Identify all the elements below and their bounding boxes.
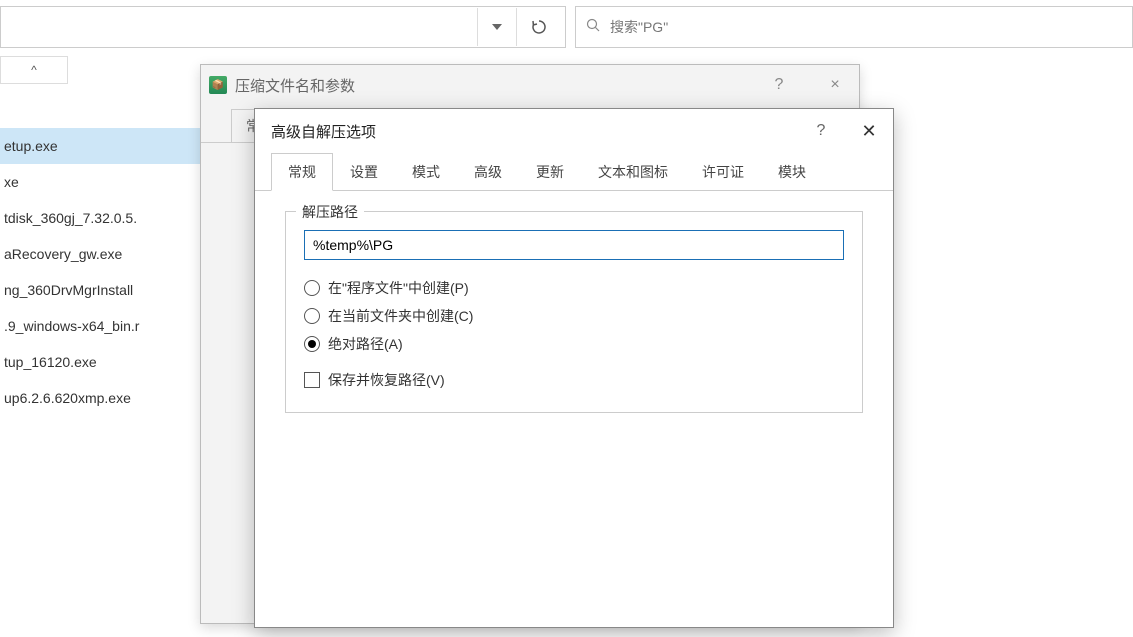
extract-path-fieldset: 解压路径 在"程序文件"中创建(P)在当前文件夹中创建(C)绝对路径(A) 保存… [285,211,863,413]
dialog2-tab[interactable]: 高级 [457,153,519,191]
dialog2-tab[interactable]: 设置 [333,153,395,191]
dialog2-tab[interactable]: 模块 [761,153,823,191]
file-row[interactable]: tup_16120.exe [0,344,218,380]
dialog2-tab[interactable]: 更新 [519,153,581,191]
sort-toggle-button[interactable]: ^ [0,56,68,84]
dialog2-body: 解压路径 在"程序文件"中创建(P) 在当前文件夹中创建(C) 绝对路径(A) 保存… [255,191,893,433]
path-mode-radio[interactable]: 绝对路径(A) [304,330,844,358]
dialog2-tab[interactable]: 常规 [271,153,333,191]
dialog2-tab[interactable]: 模式 [395,153,457,191]
save-restore-path-checkbox[interactable]: 保存并恢复路径(V) [304,366,844,394]
radio-icon [304,280,320,296]
fieldset-legend: 解压路径 [296,202,364,222]
extract-path-input[interactable] [304,230,844,260]
file-row[interactable]: xe [0,164,218,200]
radio-icon [304,336,320,352]
winrar-icon: 📦 [209,76,227,94]
dialog1-title: 压缩文件名和参数 [235,75,355,96]
path-mode-radio[interactable]: 在当前文件夹中创建(C) [304,302,844,330]
dialog2-tab[interactable]: 文本和图标 [581,153,685,191]
history-dropdown-button[interactable] [477,8,517,46]
radio-icon [304,308,320,324]
checkbox-label: 保存并恢复路径(V) [328,370,445,390]
path-mode-radio[interactable]: 在"程序文件"中创建(P) [304,274,844,302]
refresh-button[interactable] [519,8,559,46]
dialog1-help-button[interactable]: ? [755,65,803,105]
search-input[interactable]: 搜索"PG" [575,6,1133,48]
dialog2-tab[interactable]: 许可证 [685,153,761,191]
file-row[interactable]: aRecovery_gw.exe [0,236,218,272]
dialog2-tabs: 常规设置模式高级更新文本和图标许可证模块 [255,153,893,191]
file-list: etup.exexetdisk_360gj_7.32.0.5.aRecovery… [0,128,218,416]
search-placeholder: 搜索"PG" [610,17,668,37]
dialog1-titlebar[interactable]: 📦 压缩文件名和参数 ? × [201,65,859,105]
file-row[interactable]: .9_windows-x64_bin.r [0,308,218,344]
sfx-options-dialog: 高级自解压选项 ? ✕ 常规设置模式高级更新文本和图标许可证模块 解压路径 在"… [254,108,894,628]
dialog1-close-button[interactable]: × [811,65,859,105]
file-row[interactable]: ng_360DrvMgrInstall [0,272,218,308]
dialog2-title: 高级自解压选项 [271,121,376,142]
file-row[interactable]: etup.exe [0,128,218,164]
radio-label: 在当前文件夹中创建(C) [328,306,473,326]
radio-label: 在"程序文件"中创建(P) [328,278,469,298]
file-row[interactable]: up6.2.6.620xmp.exe [0,380,218,416]
dialog2-help-button[interactable]: ? [797,109,845,153]
dialog2-close-button[interactable]: ✕ [845,109,893,153]
radio-label: 绝对路径(A) [328,334,403,354]
dialog2-titlebar[interactable]: 高级自解压选项 ? ✕ [255,109,893,153]
search-icon [586,18,600,36]
checkbox-icon [304,372,320,388]
address-bar[interactable] [0,6,566,48]
file-row[interactable]: tdisk_360gj_7.32.0.5. [0,200,218,236]
